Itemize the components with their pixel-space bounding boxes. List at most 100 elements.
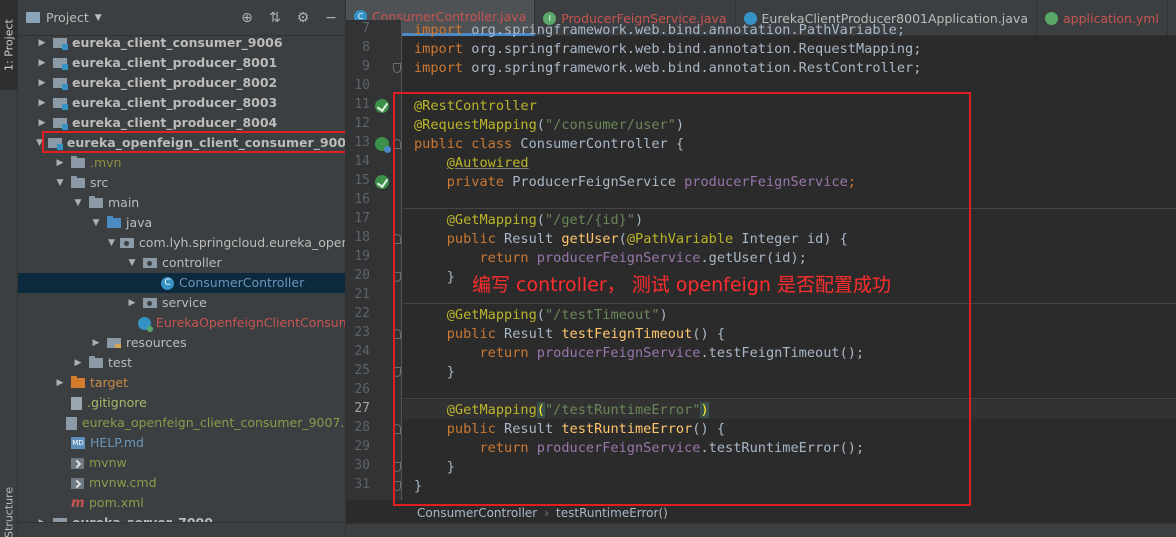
services-strip <box>18 522 345 537</box>
app-class-icon <box>137 316 153 332</box>
breadcrumb-method[interactable]: testRuntimeError() <box>556 506 668 520</box>
collapsed-arrow-icon[interactable]: ▶ <box>36 53 48 73</box>
tree-node[interactable]: ▶ eureka_client_consumer_9006 <box>18 33 345 53</box>
status-bar <box>346 523 1176 537</box>
tree-node-label: controller <box>162 255 222 270</box>
module-highlight-box <box>42 131 345 153</box>
tree-node[interactable]: ▼ com.lyh.springcloud.eureka_openf <box>18 233 345 253</box>
folder-icon <box>89 356 103 368</box>
line-number: 25 <box>354 363 370 378</box>
tree-node[interactable]: ▼ controller <box>18 253 345 273</box>
tree-node-label: eureka_openfeign_client_consumer_9007.im <box>81 415 345 430</box>
tree-node[interactable]: ▶ .mvn <box>18 153 345 173</box>
tree-node[interactable]: ▶ eureka_client_producer_8002 <box>18 73 345 93</box>
tree-node[interactable]: ▼ src <box>18 173 345 193</box>
tree-node[interactable]: ▶.gitignore <box>18 393 345 413</box>
line-number: 26 <box>354 382 370 397</box>
hide-panel-icon[interactable]: − <box>323 9 339 27</box>
expanded-arrow-icon[interactable]: ▼ <box>72 193 84 213</box>
collapsed-arrow-icon[interactable]: ▶ <box>126 293 138 313</box>
target-folder-icon <box>71 376 85 388</box>
project-view-selector[interactable]: Project <box>46 10 89 25</box>
collapsed-arrow-icon[interactable]: ▶ <box>54 153 66 173</box>
tree-node-label: .gitignore <box>87 395 147 410</box>
tree-node-label: mvnw.cmd <box>89 475 157 490</box>
package-icon <box>143 298 157 308</box>
code-line-8: import org.springframework.web.bind.anno… <box>414 40 921 59</box>
module-icon <box>53 118 68 130</box>
collapse-all-icon[interactable]: ⇅ <box>267 9 283 27</box>
line-number: 23 <box>354 325 370 340</box>
file-icon <box>71 396 82 410</box>
collapsed-arrow-icon[interactable]: ▶ <box>36 93 48 113</box>
editor-tab[interactable]: application.yml <box>1037 0 1168 36</box>
collapsed-arrow-icon[interactable]: ▶ <box>90 333 102 353</box>
package-icon <box>119 238 134 248</box>
collapsed-arrow-icon[interactable]: ▶ <box>36 73 48 93</box>
tree-node-label: eureka_client_producer_8003 <box>72 95 278 110</box>
tree-node[interactable]: ▼ java <box>18 213 345 233</box>
folder-icon <box>71 176 85 188</box>
breadcrumb: ConsumerController › testRuntimeError() <box>403 503 1176 523</box>
tree-node[interactable]: ▼ main <box>18 193 345 213</box>
tree-node[interactable]: ▶mvnw <box>18 453 345 473</box>
collapsed-arrow-icon[interactable]: ▶ <box>36 33 48 53</box>
line-number: 14 <box>354 154 370 169</box>
tree-node-label: java <box>126 215 153 230</box>
expanded-arrow-icon[interactable]: ▼ <box>126 253 138 273</box>
tree-node[interactable]: ▶ eureka_client_producer_8001 <box>18 53 345 73</box>
tree-node[interactable]: ▶ target <box>18 373 345 393</box>
line-number: 11 <box>354 97 370 112</box>
breadcrumb-separator-icon: › <box>544 506 550 520</box>
yaml-file-icon <box>1044 11 1058 25</box>
iml-file-icon <box>65 416 77 430</box>
project-folder-icon <box>26 12 40 23</box>
tree-node[interactable]: ▶mvnw.cmd <box>18 473 345 493</box>
tree-node-label: eureka_client_producer_8002 <box>72 75 278 90</box>
tree-node[interactable]: ▶ resources <box>18 333 345 353</box>
structure-tool-tab[interactable]: Structure <box>0 487 18 537</box>
project-panel-header: Project ▼ ⊕ ⇅ ⚙ − <box>18 0 345 36</box>
keyword: import <box>414 22 464 38</box>
tree-node[interactable]: ▶ test <box>18 353 345 373</box>
line-number: 15 <box>354 173 370 188</box>
collapsed-arrow-icon[interactable]: ▶ <box>36 113 48 133</box>
tree-node[interactable]: ▶EurekaOpenfeignClientConsum <box>18 313 345 333</box>
fold-marker-icon[interactable] <box>393 63 401 73</box>
tree-node-label: target <box>90 375 129 390</box>
line-number: 29 <box>354 439 370 454</box>
breadcrumb-class[interactable]: ConsumerController <box>417 506 537 520</box>
expanded-arrow-icon[interactable]: ▼ <box>108 233 115 253</box>
tree-node[interactable]: ▶eureka_openfeign_client_consumer_9007.i… <box>18 413 345 433</box>
module-icon <box>53 58 68 70</box>
tree-node-label: main <box>108 195 140 210</box>
collapsed-arrow-icon[interactable]: ▶ <box>72 353 84 373</box>
spring-bean-icon[interactable] <box>375 137 391 153</box>
collapsed-arrow-icon[interactable]: ▶ <box>54 373 66 393</box>
class-icon: C <box>161 276 174 290</box>
autowired-bean-icon[interactable] <box>375 175 389 189</box>
project-tool-tab[interactable]: 1: Project <box>0 0 18 90</box>
gear-icon[interactable]: ⚙ <box>295 9 311 27</box>
expanded-arrow-icon[interactable]: ▼ <box>90 213 102 233</box>
expanded-arrow-icon[interactable]: ▼ <box>54 173 66 193</box>
keyword: import <box>414 41 464 57</box>
tree-node-label: eureka_client_consumer_9006 <box>72 35 283 50</box>
tree-node[interactable]: ▶mpom.xml <box>18 493 345 513</box>
tree-node[interactable]: ▶ eureka_client_producer_8004 <box>18 113 345 133</box>
code-text: org.springframework.web.bind.annotation.… <box>463 60 922 76</box>
line-number: 17 <box>354 211 370 226</box>
tree-node[interactable]: ▶CConsumerController <box>18 273 345 293</box>
line-number: 7 <box>362 21 370 36</box>
tree-node[interactable]: ▶ service <box>18 293 345 313</box>
locate-file-icon[interactable]: ⊕ <box>239 9 255 27</box>
line-number: 28 <box>354 420 370 435</box>
line-number: 20 <box>354 268 370 283</box>
line-number: 12 <box>354 116 370 131</box>
md-file-icon: MD <box>71 437 85 449</box>
spring-bean-icon[interactable] <box>375 99 389 113</box>
tree-node-label: HELP.md <box>90 435 144 450</box>
tree-node[interactable]: ▶ eureka_client_producer_8003 <box>18 93 345 113</box>
tree-node[interactable]: ▶MDHELP.md <box>18 433 345 453</box>
chevron-down-icon[interactable]: ▼ <box>95 13 102 23</box>
